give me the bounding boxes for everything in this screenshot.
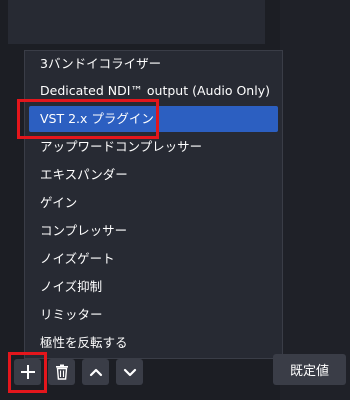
move-filter-down-button[interactable] xyxy=(116,359,143,385)
menu-item-limiter[interactable]: リミッター xyxy=(25,302,282,328)
filter-list-area[interactable] xyxy=(8,0,265,44)
menu-item-vst-plugin[interactable]: VST 2.x プラグイン xyxy=(29,106,278,132)
plus-icon xyxy=(20,365,35,379)
menu-item-upward-compressor[interactable]: アップワードコンプレッサー xyxy=(25,134,282,160)
menu-item-ndi-output[interactable]: Dedicated NDI™ output (Audio Only) xyxy=(25,78,282,104)
menu-item-3band-eq[interactable]: 3バンドイコライザー xyxy=(25,51,282,77)
move-filter-up-button[interactable] xyxy=(82,359,109,385)
menu-item-expander[interactable]: エキスパンダー xyxy=(25,162,282,188)
menu-item-noise-suppression[interactable]: ノイズ抑制 xyxy=(25,274,282,300)
defaults-button[interactable]: 既定値 xyxy=(273,354,346,385)
filter-properties-area xyxy=(280,0,350,400)
chevron-up-icon xyxy=(89,368,102,377)
menu-item-compressor[interactable]: コンプレッサー xyxy=(25,218,282,244)
remove-filter-button[interactable] xyxy=(48,359,75,385)
add-filter-menu: 3バンドイコライザー Dedicated NDI™ output (Audio … xyxy=(24,50,283,359)
trash-icon xyxy=(55,364,68,380)
menu-item-gain[interactable]: ゲイン xyxy=(25,190,282,216)
menu-item-invert-polarity[interactable]: 極性を反転する xyxy=(25,330,282,356)
chevron-down-icon xyxy=(123,368,136,377)
menu-item-noise-gate[interactable]: ノイズゲート xyxy=(25,246,282,272)
add-filter-button[interactable] xyxy=(14,359,41,385)
